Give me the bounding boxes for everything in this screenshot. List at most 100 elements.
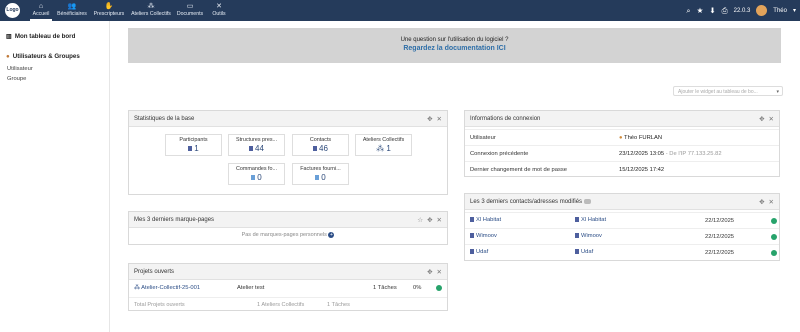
project-row[interactable]: ⁂ Atelier-Collectif-25-001 Atelier test … bbox=[129, 281, 447, 296]
home-icon: ⌂ bbox=[38, 3, 44, 10]
stats-header: Statistiques de la base ✥ ✕ bbox=[129, 111, 447, 127]
nav-outils[interactable]: ✕ Outils bbox=[208, 2, 230, 21]
building-icon bbox=[188, 146, 193, 152]
connexion-header: Informations de connexion ✥ ✕ bbox=[465, 111, 779, 127]
stats-panel: Statistiques de la base ✥ ✕ Participants … bbox=[128, 110, 448, 195]
sidebar-item-utilisateur[interactable]: Utilisateur bbox=[0, 66, 40, 72]
company-link[interactable]: Wimoov bbox=[575, 233, 602, 240]
contact-row[interactable]: Xl Habitat Xl Habitat 22/12/2025 bbox=[465, 212, 779, 228]
folder-icon: ▭ bbox=[186, 3, 194, 10]
download-icon[interactable]: ⬇ bbox=[709, 6, 715, 15]
bookmarks-title: Mes 3 derniers marque-pages bbox=[134, 216, 215, 223]
chart-icon: ▥ bbox=[6, 33, 12, 40]
move-icon[interactable]: ✥ bbox=[759, 115, 764, 123]
nav-prescripteurs[interactable]: ✋ Prescripteurs bbox=[90, 2, 128, 21]
company-link[interactable]: Xl Habitat bbox=[575, 217, 606, 224]
building-icon bbox=[249, 146, 254, 152]
star-icon[interactable]: ★ bbox=[697, 6, 704, 15]
info-row-user: Utilisateur ● Théo FURLAN bbox=[465, 129, 779, 145]
contact-icon bbox=[470, 233, 474, 239]
banner-question: Une question sur l'utilisation du logici… bbox=[400, 37, 509, 43]
app-logo[interactable]: Logo bbox=[5, 3, 20, 18]
sidebar-dashboard[interactable]: ▥ Mon tableau de bord bbox=[0, 33, 81, 40]
project-link[interactable]: ⁂ Atelier-Collectif-25-001 bbox=[134, 285, 200, 291]
add-bookmark-icon[interactable]: + bbox=[328, 232, 335, 238]
user-name[interactable]: Théo bbox=[773, 8, 787, 14]
close-icon[interactable]: ✕ bbox=[769, 115, 774, 123]
bookmarks-empty: Pas de marques-pages personnels + bbox=[241, 232, 335, 238]
status-dot bbox=[771, 233, 777, 240]
nav-beneficiaires[interactable]: 👥 Bénéficiaires bbox=[54, 2, 90, 21]
contacts-title: Les 3 derniers contacts/adresses modifié… bbox=[470, 198, 583, 205]
company-link[interactable]: Udaf bbox=[575, 249, 593, 256]
connexion-panel: Informations de connexion ✥ ✕ Utilisateur… bbox=[464, 110, 780, 177]
close-icon[interactable]: ✕ bbox=[437, 268, 442, 276]
building-icon bbox=[575, 249, 579, 255]
nav-accueil[interactable]: ⌂ Accueil bbox=[30, 2, 52, 21]
contact-link[interactable]: Wimoov bbox=[470, 233, 497, 240]
move-icon[interactable]: ✥ bbox=[427, 268, 432, 276]
header-tools: ⌕ ★ ⬇ ⎙ 22.0.3 Théo ▾ bbox=[686, 0, 796, 21]
file-icon bbox=[251, 175, 256, 181]
star-icon[interactable]: ☆ bbox=[417, 216, 423, 224]
projects-footer: Total Projets ouverts 1 Ateliers Collect… bbox=[129, 297, 447, 311]
move-icon[interactable]: ✥ bbox=[427, 115, 432, 123]
stat-ateliers[interactable]: Ateliers Collectifs ⁂ 1 bbox=[355, 134, 412, 156]
version-label: 22.0.3 bbox=[733, 7, 751, 14]
avatar[interactable] bbox=[756, 5, 768, 16]
bookmarks-panel: Mes 3 derniers marque-pages ☆ ✥ ✕ Pas de m… bbox=[128, 211, 448, 245]
bookmarks-header: Mes 3 derniers marque-pages ☆ ✥ ✕ bbox=[129, 212, 447, 228]
contact-icon bbox=[470, 249, 474, 255]
add-widget-select[interactable]: Ajouter le widget au tableau de bo... ▾ bbox=[673, 86, 783, 96]
user-icon: ● bbox=[6, 53, 10, 60]
stat-commandes[interactable]: Commandes fo... 0 bbox=[228, 163, 285, 185]
status-dot bbox=[771, 249, 777, 256]
user-avatar-icon: ● bbox=[619, 134, 623, 141]
sidebar: ▥ Mon tableau de bord ● Utilisateurs & G… bbox=[0, 21, 110, 332]
contact-link[interactable]: Udaf bbox=[470, 249, 488, 256]
building-icon bbox=[575, 217, 579, 223]
file-icon bbox=[315, 175, 320, 181]
move-icon[interactable]: ✥ bbox=[759, 198, 764, 206]
documentation-link[interactable]: Regardez la documentation ICI bbox=[128, 45, 781, 52]
sidebar-item-groupe[interactable]: Groupe bbox=[0, 76, 33, 82]
stat-contacts[interactable]: Contacts 46 bbox=[292, 134, 349, 156]
info-row-password-change: Dernier changement de mot de passe 15/12… bbox=[465, 161, 779, 177]
status-dot bbox=[771, 217, 777, 224]
projects-header: Projets ouverts ✥ ✕ bbox=[129, 264, 447, 280]
network-icon: ⁂ bbox=[134, 285, 140, 291]
stats-title: Statistiques de la base bbox=[134, 115, 195, 122]
user-link[interactable]: ● Théo FURLAN bbox=[619, 135, 662, 141]
stat-factures[interactable]: Factures fourni... 0 bbox=[292, 163, 349, 185]
close-icon[interactable]: ✕ bbox=[437, 115, 442, 123]
handshake-icon: ✋ bbox=[104, 3, 114, 10]
connexion-title: Informations de connexion bbox=[470, 115, 541, 122]
tools-icon: ✕ bbox=[216, 3, 222, 10]
chevron-down-icon[interactable]: ▾ bbox=[793, 7, 796, 14]
contact-icon bbox=[313, 146, 318, 152]
nav-documents[interactable]: ▭ Documents bbox=[174, 2, 206, 21]
stat-structures[interactable]: Structures pres... 44 bbox=[228, 134, 285, 156]
users-icon: 👥 bbox=[67, 3, 77, 10]
info-row-previous-login: Connexion précédente 23/12/2025 13:05 - … bbox=[465, 145, 779, 161]
network-icon: ⁂ bbox=[376, 144, 385, 153]
stat-participants[interactable]: Participants 1 bbox=[165, 134, 222, 156]
chevron-down-icon: ▾ bbox=[776, 89, 779, 95]
printer-icon[interactable]: ⎙ bbox=[722, 6, 728, 16]
top-navbar: Logo ⌂ Accueil 👥 Bénéficiaires ✋ Prescri… bbox=[0, 0, 800, 21]
contact-icon bbox=[470, 217, 474, 223]
help-banner: Une question sur l'utilisation du logici… bbox=[128, 28, 781, 63]
contacts-header: Les 3 derniers contacts/adresses modifié… bbox=[465, 194, 779, 210]
close-icon[interactable]: ✕ bbox=[769, 198, 774, 206]
contact-row[interactable]: Udaf Udaf 22/12/2025 bbox=[465, 244, 779, 260]
projects-title: Projets ouverts bbox=[134, 268, 175, 275]
close-icon[interactable]: ✕ bbox=[437, 216, 442, 224]
contact-link[interactable]: Xl Habitat bbox=[470, 217, 501, 224]
nav-ateliers[interactable]: ⁂ Ateliers Collectifs bbox=[128, 2, 174, 21]
sidebar-users-groups[interactable]: ● Utilisateurs & Groupes bbox=[0, 53, 86, 60]
move-icon[interactable]: ✥ bbox=[427, 216, 432, 224]
contact-row[interactable]: Wimoov Wimoov 22/12/2025 bbox=[465, 228, 779, 244]
search-icon[interactable]: ⌕ bbox=[686, 6, 690, 16]
projects-panel: Projets ouverts ✥ ✕ ⁂ Atelier-Collectif-2… bbox=[128, 263, 448, 311]
building-icon bbox=[575, 233, 579, 239]
